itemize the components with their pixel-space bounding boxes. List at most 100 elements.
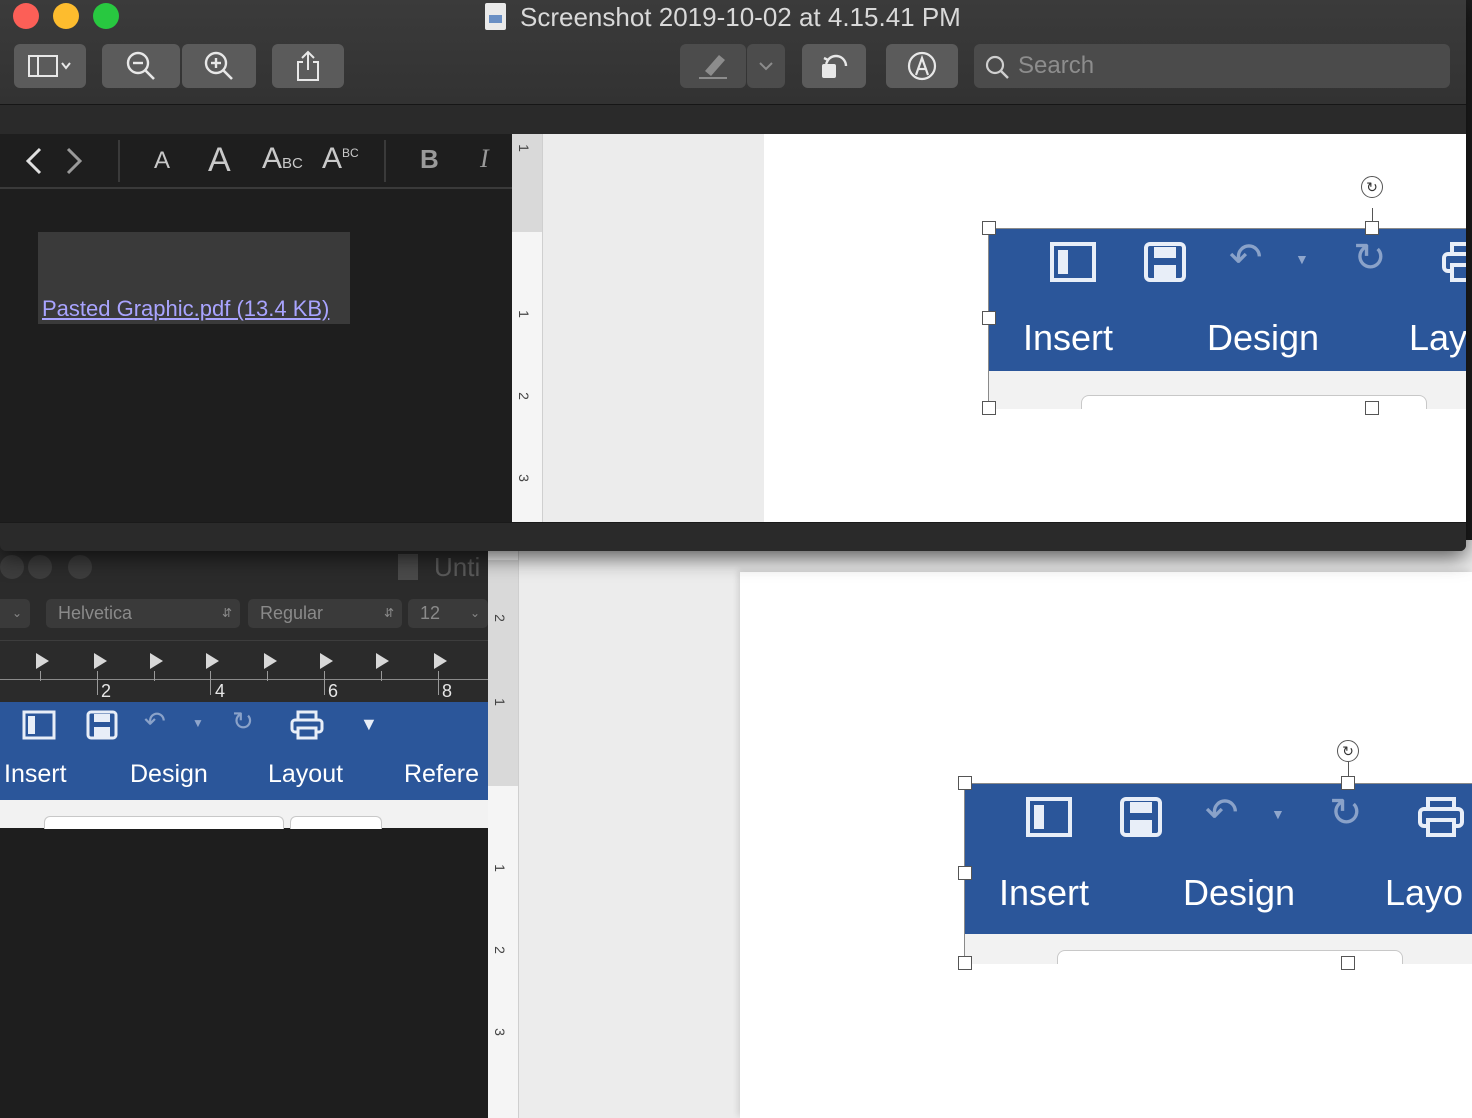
attachment-link[interactable]: Pasted Graphic.pdf (13.4 KB): [42, 296, 329, 322]
undo-icon: ↶: [1229, 236, 1263, 280]
ruler-tick: [324, 671, 325, 695]
zoom-in-button[interactable]: [182, 44, 256, 88]
ruler-number: 8: [442, 681, 453, 701]
vertical-ruler[interactable]: 1 1 2 3: [512, 134, 543, 522]
chevron-down-icon: ▼: [1295, 251, 1309, 267]
close-button[interactable]: [0, 555, 24, 579]
rotate-button[interactable]: [802, 44, 866, 88]
resize-handle[interactable]: [982, 221, 996, 235]
pasted-graphic[interactable]: ↶ ▼ ↻ Insert Design Layo: [965, 784, 1472, 964]
vertical-ruler[interactable]: 2 1 1 2 3: [488, 540, 519, 1118]
italic-button[interactable]: I: [480, 144, 489, 174]
resize-handle[interactable]: [958, 776, 972, 790]
tab-stop-marker[interactable]: [206, 653, 219, 669]
ruler-baseline: [0, 679, 488, 680]
updown-icon: ⇵: [221, 606, 232, 620]
tab-stop-marker[interactable]: [94, 653, 107, 669]
zoom-out-button[interactable]: [102, 44, 180, 88]
ruler-number: 4: [215, 681, 226, 701]
tab-stop-marker[interactable]: [320, 653, 333, 669]
word-ribbon-subbar: [0, 800, 488, 829]
ribbon-tab-references: Refere: [404, 760, 480, 788]
zoom-button[interactable]: [68, 555, 92, 579]
document-page[interactable]: ↶ ▼ ↻ Insert Design Layo ↻: [740, 572, 1472, 1118]
horizontal-ruler[interactable]: 2 4 6 8: [0, 640, 488, 703]
font-family-value: Helvetica: [58, 603, 133, 623]
paragraph-style-select[interactable]: ⌄: [0, 599, 30, 628]
format-bar: A A ABC ABC B I: [0, 134, 512, 189]
search-input[interactable]: [1018, 44, 1438, 88]
tab-stop-marker[interactable]: [434, 653, 447, 669]
markup-button[interactable]: [886, 44, 958, 88]
document-icon: [398, 554, 418, 580]
textedit-document-area[interactable]: 2 1 1 2 3 ↶ ▼ ↻ Insert Design Layo ↻: [488, 540, 1472, 1118]
pasted-graphic[interactable]: ↶ ▼ ↻ Insert Design Lay: [989, 229, 1466, 409]
tab-stop-marker[interactable]: [36, 653, 49, 669]
save-icon: [1120, 797, 1162, 837]
share-button[interactable]: [272, 44, 344, 88]
customize-toolbar-icon: ▼: [360, 714, 378, 734]
undo-icon: ↶: [1205, 791, 1239, 835]
ribbon-tab-insert: Insert: [4, 760, 67, 788]
document-icon: [485, 3, 506, 30]
chevron-right-icon[interactable]: [64, 146, 86, 176]
updown-icon: ⇵: [383, 606, 394, 620]
resize-handle[interactable]: [982, 401, 996, 415]
attachment-item[interactable]: Pasted Graphic.pdf (13.4 KB): [38, 232, 350, 324]
ruler-tick: [40, 671, 41, 681]
resize-handle[interactable]: [1341, 956, 1355, 970]
divider: [118, 140, 120, 182]
superscript-caps-icon[interactable]: ABC: [322, 142, 359, 176]
highlighter-icon: [699, 55, 727, 79]
rotate-handle[interactable]: ↻: [1337, 740, 1359, 762]
rotate-left-icon: [822, 54, 848, 78]
ribbon-tab-layout: Layo: [1385, 872, 1464, 913]
redo-icon: ↻: [1329, 791, 1363, 835]
ruler-number: 2: [515, 392, 532, 400]
markup-icon: [907, 51, 937, 81]
ruler-number: 2: [101, 681, 112, 701]
ruler-number: 3: [491, 1028, 508, 1036]
chevron-left-icon[interactable]: [22, 146, 44, 176]
font-style-select[interactable]: Regular ⇵: [248, 599, 402, 628]
zoom-out-icon: [126, 51, 155, 80]
tab-stop-marker[interactable]: [376, 653, 389, 669]
font-size-select[interactable]: 12 ⌄: [408, 599, 488, 628]
ruler-number: 1: [491, 864, 508, 872]
rotate-handle[interactable]: ↻: [1361, 176, 1383, 198]
preview-document-area[interactable]: 1 1 2 3 ↶ ▼ ↻ Insert Design Lay ↻: [512, 134, 1466, 522]
ruler-number: 6: [328, 681, 339, 701]
resize-handle[interactable]: [1341, 776, 1355, 790]
minimize-button[interactable]: [53, 3, 79, 29]
highlight-button[interactable]: [680, 44, 746, 88]
sidebar-toggle-button[interactable]: [14, 44, 86, 88]
resize-handle[interactable]: [958, 866, 972, 880]
resize-handle[interactable]: [1365, 401, 1379, 415]
ribbon-tab-design: Design: [130, 760, 208, 788]
close-button[interactable]: [13, 3, 39, 29]
ribbon-tab-layout: Lay: [1409, 317, 1466, 358]
ruler-number: 2: [491, 946, 508, 954]
highlight-menu-button[interactable]: [747, 44, 785, 88]
save-icon: [1144, 242, 1186, 282]
toolbar-separator: [0, 105, 1466, 135]
font-larger-icon[interactable]: A: [208, 141, 231, 180]
chevron-down-icon: [759, 62, 773, 71]
print-icon: [290, 710, 324, 740]
ribbon-tab-insert: Insert: [1023, 317, 1114, 358]
resize-handle[interactable]: [1365, 221, 1379, 235]
resize-handle[interactable]: [982, 311, 996, 325]
resize-handle[interactable]: [958, 956, 972, 970]
font-family-select[interactable]: Helvetica ⇵: [46, 599, 240, 628]
tab-stop-marker[interactable]: [150, 653, 163, 669]
sidebar-icon: [22, 710, 56, 740]
font-smaller-icon[interactable]: A: [154, 147, 170, 175]
bold-button[interactable]: B: [420, 144, 439, 175]
search-field[interactable]: [974, 44, 1450, 88]
small-caps-icon[interactable]: ABC: [262, 142, 303, 176]
zoom-button[interactable]: [93, 3, 119, 29]
minimize-button[interactable]: [28, 555, 52, 579]
tab-stop-marker[interactable]: [264, 653, 277, 669]
document-page[interactable]: ↶ ▼ ↻ Insert Design Lay ↻: [764, 134, 1466, 522]
ribbon-tab-insert: Insert: [999, 872, 1090, 913]
